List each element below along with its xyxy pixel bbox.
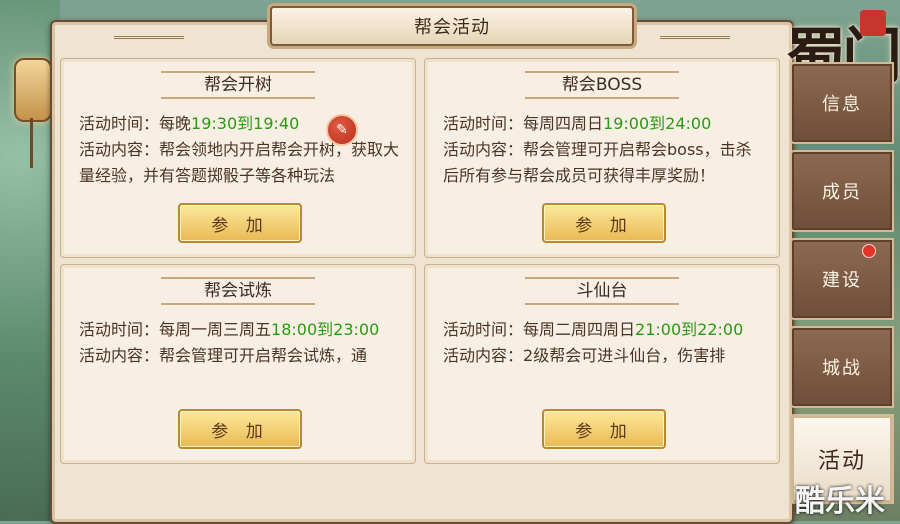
card-body: 活动时间：每周四周日19:00到24:00 活动内容：帮会管理可开启帮会boss…	[443, 111, 765, 189]
card-header: 帮会试炼	[61, 273, 415, 305]
tab-label: 成员	[822, 182, 862, 203]
activity-card-dou-xian-tai: 斗仙台 活动时间：每周二周四周日21:00到22:00 活动内容：2级帮会可进斗…	[424, 264, 780, 464]
card-header: 帮会开树	[61, 67, 415, 99]
card-title: 斗仙台	[576, 280, 628, 301]
logo-seal-icon	[860, 10, 886, 36]
activity-content-line: 活动内容：帮会管理可开启帮会试炼，通	[79, 343, 401, 369]
card-body: 活动时间：每周二周四周日21:00到22:00 活动内容：2级帮会可进斗仙台，伤…	[443, 317, 765, 369]
content-label: 活动内容：	[79, 140, 160, 159]
activity-time-line: 活动时间：每周四周日19:00到24:00	[443, 111, 765, 137]
notification-dot-icon	[862, 244, 876, 258]
card-title: 帮会试炼	[204, 280, 272, 301]
tab-info[interactable]: 信息	[790, 62, 894, 144]
join-button[interactable]: 参 加	[542, 409, 666, 449]
content-text: 2级帮会可进斗仙台，伤害排	[523, 346, 726, 365]
activity-card-guild-tree: 帮会开树 活动时间：每晚19:30到19:40 活动内容：帮会领地内开启帮会开树…	[60, 58, 416, 258]
content-label: 活动内容：	[443, 140, 524, 159]
content-text: 帮会管理可开启帮会试炼，通	[159, 346, 368, 365]
tab-label: 信息	[822, 94, 862, 115]
title-ornament-left	[114, 36, 184, 49]
time-value: 21:00到22:00	[635, 320, 744, 339]
time-value: 19:30到19:40	[191, 114, 300, 133]
lantern-rope-decoration	[30, 118, 33, 168]
activity-card-guild-boss: 帮会BOSS 活动时间：每周四周日19:00到24:00 活动内容：帮会管理可开…	[424, 58, 780, 258]
time-value: 19:00到24:00	[603, 114, 712, 133]
tab-construction[interactable]: 建设	[790, 238, 894, 320]
card-header: 帮会BOSS	[425, 67, 779, 99]
activity-time-line: 活动时间：每周一周三周五18:00到23:00	[79, 317, 401, 343]
activity-content-line: 活动内容：帮会管理可开启帮会boss，击杀后所有参与帮会成员可获得丰厚奖励！	[443, 137, 765, 189]
join-button[interactable]: 参 加	[178, 203, 302, 243]
time-label: 活动时间：	[79, 320, 160, 339]
time-prefix: 每周二周四周日	[523, 320, 636, 339]
join-button[interactable]: 参 加	[542, 203, 666, 243]
activity-time-line: 活动时间：每周二周四周日21:00到22:00	[443, 317, 765, 343]
activity-card-guild-trial: 帮会试炼 活动时间：每周一周三周五18:00到23:00 活动内容：帮会管理可开…	[60, 264, 416, 464]
tab-city-war[interactable]: 城战	[790, 326, 894, 408]
time-label: 活动时间：	[79, 114, 160, 133]
title-plate: 帮会活动	[270, 6, 634, 46]
card-body: 活动时间：每周一周三周五18:00到23:00 活动内容：帮会管理可开启帮会试炼…	[79, 317, 401, 369]
card-title: 帮会BOSS	[561, 74, 643, 95]
watermark: 酷乐米	[795, 484, 885, 519]
time-value: 18:00到23:00	[271, 320, 380, 339]
activity-content-line: 活动内容：帮会领地内开启帮会开树，获取大量经验，并有答题掷骰子等各种玩法	[79, 137, 401, 189]
lantern-decoration	[14, 58, 52, 122]
content-label: 活动内容：	[443, 346, 524, 365]
panel-title: 帮会活动	[414, 17, 490, 38]
tab-members[interactable]: 成员	[790, 150, 894, 232]
title-ornament-right	[660, 36, 730, 49]
time-label: 活动时间：	[443, 320, 524, 339]
activity-content-line: 活动内容：2级帮会可进斗仙台，伤害排	[443, 343, 765, 369]
tab-label: 建设	[822, 270, 862, 291]
join-button[interactable]: 参 加	[178, 409, 302, 449]
card-title: 帮会开树	[204, 74, 272, 95]
time-label: 活动时间：	[443, 114, 524, 133]
card-header: 斗仙台	[425, 273, 779, 305]
content-label: 活动内容：	[79, 346, 160, 365]
brush-icon[interactable]: ✎	[326, 114, 358, 146]
tab-label: 活动	[817, 449, 866, 474]
time-prefix: 每晚	[159, 114, 192, 133]
tab-label: 城战	[822, 358, 862, 379]
time-prefix: 每周一周三周五	[159, 320, 272, 339]
time-prefix: 每周四周日	[523, 114, 604, 133]
